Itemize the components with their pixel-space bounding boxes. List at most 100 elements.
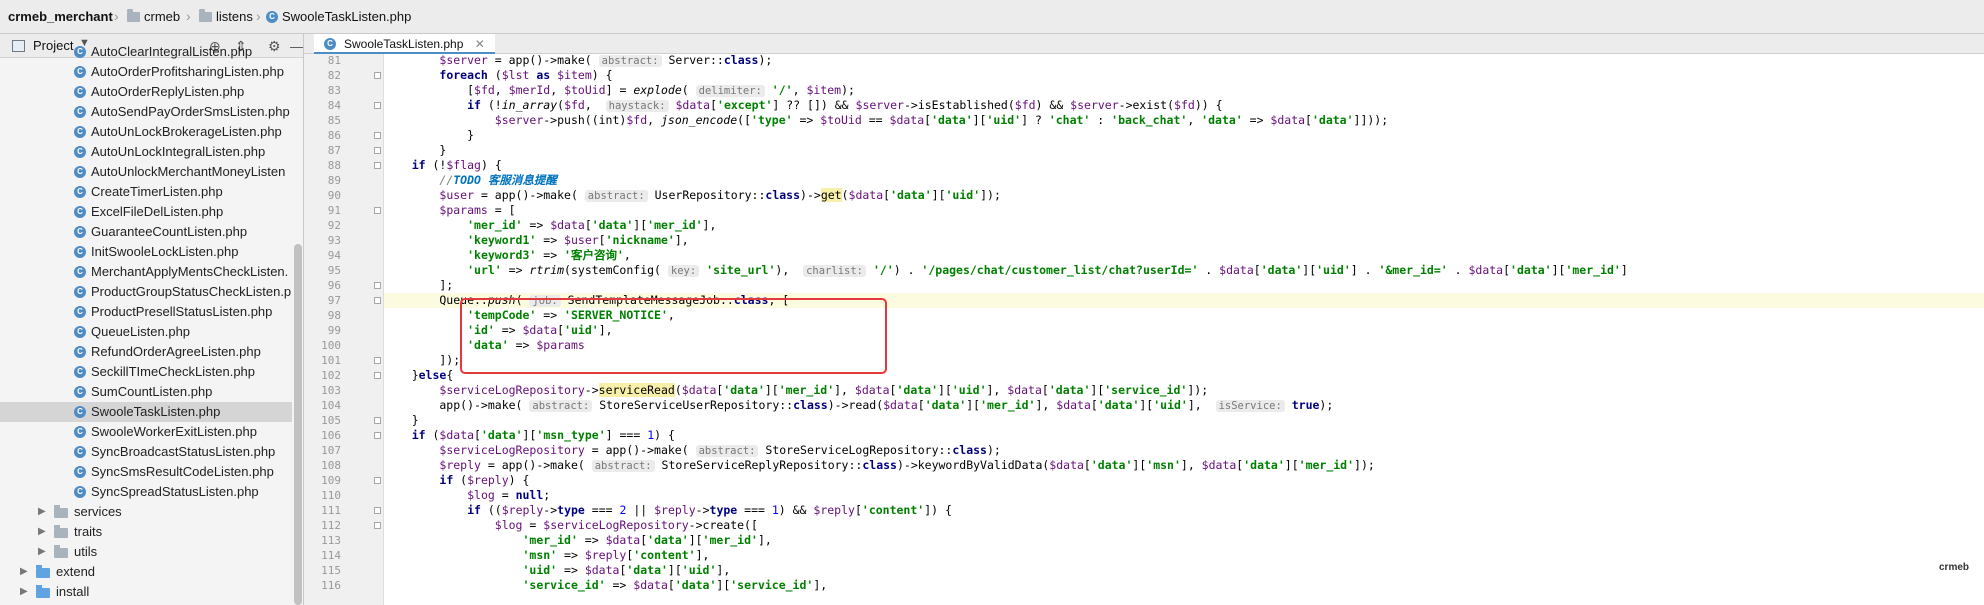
file-tree-item[interactable]: C AutoOrderProfitsharingListen.php bbox=[0, 62, 292, 82]
file-tree-item[interactable]: C ExcelFileDelListen.php bbox=[0, 202, 292, 222]
code-line[interactable]: ]; bbox=[384, 278, 1984, 293]
file-tree-label: AutoSendPayOrderSmsListen.php bbox=[91, 104, 290, 119]
code-line[interactable]: $user = app()->make( abstract: UserRepos… bbox=[384, 188, 1984, 203]
code-line[interactable]: } bbox=[384, 413, 1984, 428]
folder-icon bbox=[36, 585, 50, 598]
chevron-right-icon[interactable]: ▶ bbox=[38, 522, 46, 542]
close-icon[interactable]: ✕ bbox=[475, 37, 485, 51]
scrollbar-thumb[interactable] bbox=[294, 244, 302, 605]
file-tree-item[interactable]: C SwooleTaskListen.php bbox=[0, 402, 292, 422]
folder-tree-item[interactable]: ▶ extend bbox=[0, 562, 292, 582]
code-line[interactable]: if (!in_array($fd, haystack: $data['exce… bbox=[384, 98, 1984, 113]
file-tree-item[interactable]: C AutoUnLockIntegralListen.php bbox=[0, 142, 292, 162]
code-line[interactable]: 'msn' => $reply['content'], bbox=[384, 548, 1984, 563]
code-line[interactable]: $server->push((int)$fd, json_encode(['ty… bbox=[384, 113, 1984, 128]
file-tree-item[interactable]: C CreateTimerListen.php bbox=[0, 182, 292, 202]
fold-marker-icon[interactable] bbox=[374, 507, 381, 514]
fold-marker-icon[interactable] bbox=[374, 207, 381, 214]
file-tree-item[interactable]: C MerchantApplyMentsCheckListen. bbox=[0, 262, 292, 282]
file-tree-label: GuaranteeCountListen.php bbox=[91, 224, 248, 239]
fold-marker-icon[interactable] bbox=[374, 282, 381, 289]
file-tree-item[interactable]: C SwooleWorkerExitListen.php bbox=[0, 422, 292, 442]
code-line[interactable]: $server = app()->make( abstract: Server:… bbox=[384, 54, 1984, 68]
breadcrumb-file[interactable]: SwooleTaskListen.php bbox=[282, 9, 411, 25]
project-scrollbar[interactable] bbox=[294, 58, 302, 605]
fold-marker-icon[interactable] bbox=[374, 162, 381, 169]
fold-marker-icon[interactable] bbox=[374, 147, 381, 154]
code-line[interactable]: if ($reply) { bbox=[384, 473, 1984, 488]
code-line[interactable]: 'mer_id' => $data['data']['mer_id'], bbox=[384, 533, 1984, 548]
code-line[interactable]: $reply = app()->make( abstract: StoreSer… bbox=[384, 458, 1984, 473]
code-line[interactable]: 'mer_id' => $data['data']['mer_id'], bbox=[384, 218, 1984, 233]
file-tree-item[interactable]: C SumCountListen.php bbox=[0, 382, 292, 402]
file-tree-item[interactable]: C QueueListen.php bbox=[0, 322, 292, 342]
file-tree-item[interactable]: C AutoOrderReplyListen.php bbox=[0, 82, 292, 102]
line-number: 104 bbox=[321, 399, 341, 412]
code-line[interactable]: if (!$flag) { bbox=[384, 158, 1984, 173]
file-tree-item[interactable]: C AutoClearIntegralListen.php bbox=[0, 42, 292, 62]
fold-marker-icon[interactable] bbox=[374, 432, 381, 439]
file-tree-item[interactable]: C RefundOrderAgreeListen.php bbox=[0, 342, 292, 362]
code-line[interactable]: $log = null; bbox=[384, 488, 1984, 503]
php-file-icon: C bbox=[74, 346, 86, 358]
line-number: 97 bbox=[327, 294, 341, 307]
code-line[interactable]: app()->make( abstract: StoreServiceUserR… bbox=[384, 398, 1984, 413]
minimize-icon[interactable]: — bbox=[290, 38, 303, 54]
folder-tree-item[interactable]: ▶ traits bbox=[0, 522, 292, 542]
code-line[interactable]: 'url' => rtrim(systemConfig( key: 'site_… bbox=[384, 263, 1984, 278]
file-tree-item[interactable]: C AutoUnLockBrokerageListen.php bbox=[0, 122, 292, 142]
file-tree-item[interactable]: C SeckillTImeCheckListen.php bbox=[0, 362, 292, 382]
file-tree-item[interactable]: C InitSwooleLockListen.php bbox=[0, 242, 292, 262]
chevron-right-icon[interactable]: ▶ bbox=[20, 582, 28, 602]
folder-tree-item[interactable]: ▶ services bbox=[0, 502, 292, 522]
fold-marker-icon[interactable] bbox=[374, 357, 381, 364]
code-line[interactable]: } bbox=[384, 128, 1984, 143]
code-line[interactable]: $serviceLogRepository->serviceRead($data… bbox=[384, 383, 1984, 398]
line-number: 92 bbox=[327, 219, 341, 232]
folder-tree-item[interactable]: ▶ install bbox=[0, 582, 292, 602]
fold-marker-icon[interactable] bbox=[374, 417, 381, 424]
code-line[interactable]: 'uid' => $data['data']['uid'], bbox=[384, 563, 1984, 578]
editor-tab[interactable]: C SwooleTaskListen.php ✕ bbox=[314, 34, 495, 54]
code-line[interactable]: $log = $serviceLogRepository->create([ bbox=[384, 518, 1984, 533]
file-tree-item[interactable]: C SyncBroadcastStatusListen.php bbox=[0, 442, 292, 462]
php-file-icon: C bbox=[74, 446, 86, 458]
file-tree-item[interactable]: C SyncSpreadStatusListen.php bbox=[0, 482, 292, 502]
code-line[interactable]: //TODO 客服消息提醒 bbox=[384, 173, 1984, 188]
file-tree-item[interactable]: C ProductPresellStatusListen.php bbox=[0, 302, 292, 322]
chevron-right-icon[interactable]: ▶ bbox=[38, 502, 46, 522]
file-tree-item[interactable]: C AutoUnlockMerchantMoneyListen bbox=[0, 162, 292, 182]
code-line[interactable]: 'keyword3' => '客户咨询', bbox=[384, 248, 1984, 263]
breadcrumb-folder-crmeb[interactable]: crmeb bbox=[144, 9, 180, 25]
code-line[interactable]: 'service_id' => $data['data']['service_i… bbox=[384, 578, 1984, 593]
php-file-icon: C bbox=[74, 386, 86, 398]
chevron-right-icon[interactable]: ▶ bbox=[20, 562, 28, 582]
fold-marker-icon[interactable] bbox=[374, 102, 381, 109]
code-line[interactable]: if (($reply->type === 2 || $reply->type … bbox=[384, 503, 1984, 518]
file-tree-item[interactable]: C ProductGroupStatusCheckListen.p bbox=[0, 282, 292, 302]
file-tree-label: MerchantApplyMentsCheckListen. bbox=[91, 264, 289, 279]
code-line[interactable]: foreach ($lst as $item) { bbox=[384, 68, 1984, 83]
fold-marker-icon[interactable] bbox=[374, 372, 381, 379]
file-tree-item[interactable]: C AutoSendPayOrderSmsListen.php bbox=[0, 102, 292, 122]
code-line[interactable]: if ($data['data']['msn_type'] === 1) { bbox=[384, 428, 1984, 443]
code-line[interactable]: 'keyword1' => $user['nickname'], bbox=[384, 233, 1984, 248]
file-tree-item[interactable]: C GuaranteeCountListen.php bbox=[0, 222, 292, 242]
file-tree-item[interactable]: C SyncSmsResultCodeListen.php bbox=[0, 462, 292, 482]
folder-icon bbox=[127, 9, 140, 22]
code-line[interactable]: $serviceLogRepository = app()->make( abs… bbox=[384, 443, 1984, 458]
code-line[interactable]: } bbox=[384, 143, 1984, 158]
folder-tree-item[interactable]: ▶ utils bbox=[0, 542, 292, 562]
fold-marker-icon[interactable] bbox=[374, 522, 381, 529]
code-line[interactable]: [$fd, $merId, $toUid] = explode( delimit… bbox=[384, 83, 1984, 98]
breadcrumb-folder-listens[interactable]: listens bbox=[216, 9, 253, 25]
fold-marker-icon[interactable] bbox=[374, 72, 381, 79]
code-line[interactable]: $params = [ bbox=[384, 203, 1984, 218]
php-file-icon: C bbox=[74, 286, 86, 298]
line-number: 84 bbox=[327, 99, 341, 112]
fold-marker-icon[interactable] bbox=[374, 477, 381, 484]
fold-marker-icon[interactable] bbox=[374, 297, 381, 304]
chevron-right-icon[interactable]: ▶ bbox=[38, 542, 46, 562]
fold-marker-icon[interactable] bbox=[374, 132, 381, 139]
breadcrumb-project[interactable]: crmeb_merchant bbox=[8, 9, 113, 25]
